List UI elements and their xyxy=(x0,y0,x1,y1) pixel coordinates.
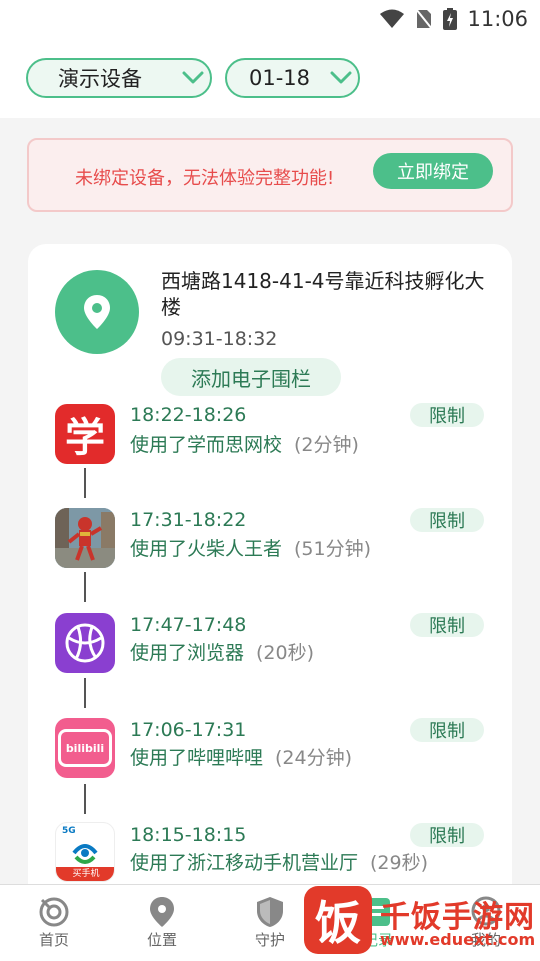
record-time: 17:06-17:31 xyxy=(130,719,247,741)
timeline-connector xyxy=(84,468,86,498)
record-time: 18:15-18:15 xyxy=(130,824,247,846)
top-header: 11:06 演示设备 01-18 xyxy=(0,0,540,118)
limit-button[interactable]: 限制 xyxy=(410,508,484,532)
device-dropdown[interactable]: 演示设备 xyxy=(26,58,212,98)
wifi-icon xyxy=(379,9,405,29)
record-duration: (29秒) xyxy=(370,852,429,874)
bilibili-icon-text: bilibili xyxy=(65,741,105,755)
china-mobile-app-icon: 5G 买手机 xyxy=(55,822,115,882)
status-bar: 11:06 xyxy=(379,6,528,32)
status-time: 11:06 xyxy=(467,7,528,31)
timeline-connector xyxy=(84,678,86,708)
mobile-banner-text: 买手机 xyxy=(72,869,100,879)
record-duration: (20秒) xyxy=(256,642,315,664)
watermark-logo: 饭 xyxy=(304,886,372,954)
bilibili-app-icon: bilibili xyxy=(55,718,115,778)
location-pin-icon xyxy=(55,270,139,354)
alert-message: 未绑定设备，无法体验完整功能! xyxy=(75,168,335,189)
timeline-connector xyxy=(84,572,86,602)
record-description: 使用了浙江移动手机营业厅 (29秒) xyxy=(130,848,428,875)
add-geofence-button[interactable]: 添加电子围栏 xyxy=(161,358,341,396)
record-app-text: 使用了浏览器 xyxy=(130,642,245,664)
stickman-game-app-icon xyxy=(55,508,115,568)
record-description: 使用了浏览器 (20秒) xyxy=(130,638,314,665)
bind-now-button[interactable]: 立即绑定 xyxy=(373,153,493,189)
record-description: 使用了火柴人王者 (51分钟) xyxy=(130,534,371,561)
record-duration: (24分钟) xyxy=(275,747,353,769)
no-sim-icon xyxy=(415,8,434,30)
record-description: 使用了哔哩哔哩 (24分钟) xyxy=(130,743,352,770)
limit-button[interactable]: 限制 xyxy=(410,613,484,637)
shield-icon xyxy=(256,895,284,929)
record-duration: (51分钟) xyxy=(294,538,372,560)
record-time: 17:31-18:22 xyxy=(130,509,247,531)
record-description: 使用了学而思网校 (2分钟) xyxy=(130,430,359,457)
location-icon xyxy=(149,895,175,929)
unbound-device-alert: 未绑定设备，无法体验完整功能! 立即绑定 xyxy=(27,138,513,212)
device-dropdown-label: 演示设备 xyxy=(58,67,142,91)
record-app-text: 使用了哔哩哔哩 xyxy=(130,747,264,769)
limit-button[interactable]: 限制 xyxy=(410,718,484,742)
timeline-connector xyxy=(84,784,86,814)
battery-charging-icon xyxy=(443,8,458,30)
record-duration: (2分钟) xyxy=(294,434,359,456)
watermark-url: www.eduext.com xyxy=(380,930,536,949)
browser-app-icon xyxy=(55,613,115,673)
mobile-banner: 买手机 xyxy=(56,867,114,881)
tab-guard-label: 守护 xyxy=(254,931,285,949)
date-dropdown-label: 01-18 xyxy=(249,66,311,90)
xueersi-app-icon: 学 xyxy=(55,404,115,464)
site-watermark: 饭 千饭手游网 www.eduext.com xyxy=(300,886,540,960)
record-app-text: 使用了浙江移动手机营业厅 xyxy=(130,852,359,874)
tab-home[interactable]: 首页 xyxy=(14,895,94,950)
date-dropdown[interactable]: 01-18 xyxy=(225,58,360,98)
tab-location-label: 位置 xyxy=(146,931,177,949)
location-time-range: 09:31-18:32 xyxy=(161,328,278,350)
limit-button[interactable]: 限制 xyxy=(410,823,484,847)
xueersi-icon-glyph: 学 xyxy=(65,415,105,461)
tab-home-label: 首页 xyxy=(38,931,69,949)
chevron-down-icon xyxy=(176,71,210,85)
limit-button[interactable]: 限制 xyxy=(410,403,484,427)
chevron-down-icon xyxy=(324,71,358,85)
bilibili-tv-shape: bilibili xyxy=(58,729,112,767)
home-icon xyxy=(38,895,70,929)
record-app-text: 使用了火柴人王者 xyxy=(130,538,283,560)
record-time: 17:47-17:48 xyxy=(130,614,247,636)
record-app-text: 使用了学而思网校 xyxy=(130,434,283,456)
record-time: 18:22-18:26 xyxy=(130,404,247,426)
tab-location[interactable]: 位置 xyxy=(122,895,202,950)
location-address: 西塘路1418-41-4号靠近科技孵化大楼 xyxy=(161,269,485,319)
tab-guard[interactable]: 守护 xyxy=(230,895,310,950)
